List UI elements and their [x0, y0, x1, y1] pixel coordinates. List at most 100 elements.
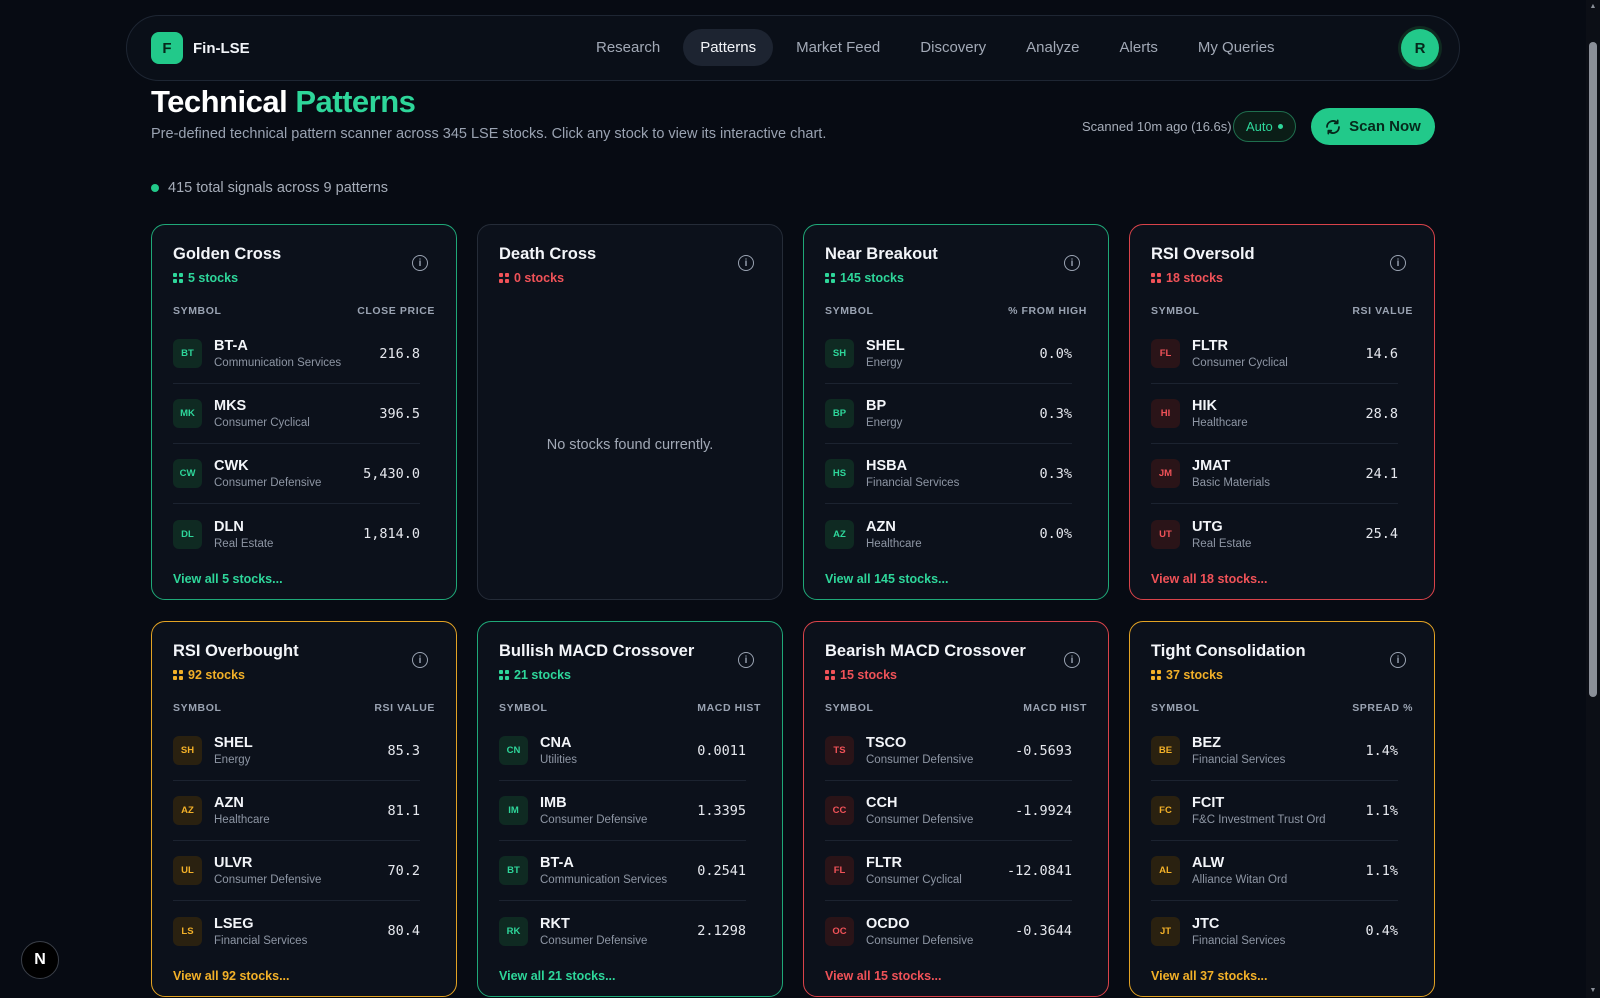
- stock-row[interactable]: JM JMAT Basic Materials 24.1: [1151, 444, 1398, 504]
- card-title: Near Breakout: [825, 245, 938, 263]
- info-icon[interactable]: i: [1064, 255, 1080, 271]
- stock-list: FL FLTR Consumer Cyclical 14.6 HI HIK Healthca…: [1151, 324, 1398, 564]
- symbol-ticker: OCDO: [866, 915, 910, 932]
- stock-row[interactable]: BT BT-A Communication Services 0.2541: [499, 841, 746, 901]
- nav-link-discovery[interactable]: Discovery: [903, 29, 1003, 66]
- nav-link-market-feed[interactable]: Market Feed: [779, 29, 897, 66]
- view-all-link[interactable]: View all 15 stocks...: [825, 969, 942, 983]
- stock-row[interactable]: MK MKS Consumer Cyclical 396.5: [173, 384, 420, 444]
- symbol-badge: SH: [825, 339, 854, 368]
- symbol-ticker: FLTR: [866, 855, 902, 871]
- stock-row[interactable]: CW CWK Consumer Defensive 5,430.0: [173, 444, 420, 504]
- card-count: 18 stocks: [1151, 271, 1223, 285]
- stock-row[interactable]: HI HIK Healthcare 28.8: [1151, 384, 1398, 444]
- card-title: Tight Consolidation: [1151, 642, 1306, 660]
- info-icon[interactable]: i: [738, 652, 754, 668]
- stock-value: 25.4: [1365, 526, 1398, 542]
- stock-row[interactable]: RK RKT Consumer Defensive 2.1298: [499, 901, 746, 961]
- symbol-badge: BT: [499, 856, 528, 885]
- stock-value: 1.3395: [697, 802, 746, 819]
- stock-value: 216.8: [379, 345, 420, 362]
- stock-row[interactable]: DL DLN Real Estate 1,814.0: [173, 504, 420, 564]
- symbol-info: DLN Real Estate: [214, 519, 363, 550]
- stock-row[interactable]: FL FLTR Consumer Cyclical -12.0841: [825, 841, 1072, 901]
- view-all-link[interactable]: View all 145 stocks...: [825, 572, 948, 586]
- page-title: Technical Patterns: [151, 84, 416, 120]
- stock-row[interactable]: HS HSBA Financial Services 0.3%: [825, 444, 1072, 504]
- info-icon[interactable]: i: [1390, 255, 1406, 271]
- scan-now-button[interactable]: Scan Now: [1311, 108, 1435, 145]
- symbol-ticker: CNA: [540, 735, 572, 751]
- symbol-badge: HS: [825, 459, 854, 488]
- symbol-ticker: BEZ: [1192, 735, 1221, 751]
- symbol-ticker: JMAT: [1192, 458, 1231, 474]
- brand-logo[interactable]: F Fin-LSE: [151, 32, 250, 64]
- stock-row[interactable]: AZ AZN Healthcare 81.1: [173, 781, 420, 841]
- view-all-link[interactable]: View all 37 stocks...: [1151, 969, 1268, 983]
- symbol-info: BEZ Financial Services: [1192, 735, 1365, 766]
- pattern-card-near-breakout: Near Breakout 145 stocks i SYMBOL % FROM HIG…: [803, 224, 1109, 600]
- stock-value: -1.9924: [1015, 802, 1072, 819]
- symbol-ticker: UTG: [1192, 518, 1223, 535]
- stock-list: SH SHEL Energy 85.3 AZ AZN Healthcare 81.1 UL ULV…: [173, 721, 420, 961]
- stock-value: 80.4: [387, 923, 420, 939]
- stock-row[interactable]: JT JTC Financial Services 0.4%: [1151, 901, 1398, 961]
- symbol-badge: LS: [173, 916, 202, 946]
- symbol-sector: Financial Services: [1192, 754, 1286, 766]
- view-all-link[interactable]: View all 21 stocks...: [499, 969, 616, 983]
- stock-row[interactable]: TS TSCO Consumer Defensive -0.5693: [825, 721, 1072, 781]
- view-all-link[interactable]: View all 92 stocks...: [173, 969, 290, 983]
- info-icon[interactable]: i: [738, 255, 754, 271]
- stock-row[interactable]: CN CNA Utilities 0.0011: [499, 721, 746, 781]
- symbol-info: BP Energy: [866, 398, 1039, 429]
- view-all-link[interactable]: View all 5 stocks...: [173, 572, 283, 586]
- grid-icon: [1151, 273, 1161, 283]
- stock-row[interactable]: BT BT-A Communication Services 216.8: [173, 324, 420, 384]
- symbol-ticker: LSEG: [214, 915, 254, 932]
- symbol-badge: RK: [499, 916, 528, 946]
- stock-row[interactable]: IM IMB Consumer Defensive 1.3395: [499, 781, 746, 841]
- scrollbar-thumb[interactable]: [1589, 42, 1597, 697]
- stock-row[interactable]: AZ AZN Healthcare 0.0%: [825, 504, 1072, 564]
- stock-row[interactable]: CC CCH Consumer Defensive -1.9924: [825, 781, 1072, 841]
- scroll-down-icon[interactable]: ▼: [1589, 987, 1597, 995]
- symbol-info: ALW Alliance Witan Ord: [1192, 855, 1365, 886]
- view-all-link[interactable]: View all 18 stocks...: [1151, 572, 1268, 586]
- dev-tools-badge[interactable]: N: [21, 941, 59, 979]
- stock-row[interactable]: FC FCIT F&C Investment Trust Ord 1.1%: [1151, 781, 1398, 841]
- nav-link-alerts[interactable]: Alerts: [1103, 29, 1175, 66]
- stock-value: 14.6: [1365, 345, 1398, 362]
- scan-meta: Scanned 10m ago (16.6s): [1082, 119, 1232, 134]
- scroll-up-icon[interactable]: ▲: [1589, 3, 1597, 11]
- stock-row[interactable]: LS LSEG Financial Services 80.4: [173, 901, 420, 961]
- user-avatar[interactable]: R: [1401, 29, 1439, 67]
- auto-toggle[interactable]: Auto: [1233, 111, 1296, 142]
- info-icon[interactable]: i: [1064, 652, 1080, 668]
- stock-row[interactable]: OC OCDO Consumer Defensive -0.3644: [825, 901, 1072, 961]
- info-icon[interactable]: i: [412, 255, 428, 271]
- stock-row[interactable]: UT UTG Real Estate 25.4: [1151, 504, 1398, 564]
- info-icon[interactable]: i: [1390, 652, 1406, 668]
- symbol-info: LSEG Financial Services: [214, 916, 387, 947]
- symbol-ticker: JTC: [1192, 915, 1220, 932]
- scrollbar[interactable]: ▲ ▼: [1586, 0, 1600, 998]
- nav-link-my-queries[interactable]: My Queries: [1181, 29, 1292, 66]
- nav-link-research[interactable]: Research: [579, 29, 677, 66]
- symbol-ticker: MKS: [214, 398, 247, 414]
- stock-value: 81.1: [387, 802, 420, 819]
- symbol-badge: UT: [1151, 519, 1180, 549]
- stock-row[interactable]: UL ULVR Consumer Defensive 70.2: [173, 841, 420, 901]
- symbol-info: JMAT Basic Materials: [1192, 458, 1365, 489]
- stock-row[interactable]: FL FLTR Consumer Cyclical 14.6: [1151, 324, 1398, 384]
- stock-row[interactable]: SH SHEL Energy 85.3: [173, 721, 420, 781]
- symbol-info: MKS Consumer Cyclical: [214, 398, 379, 429]
- stock-row[interactable]: SH SHEL Energy 0.0%: [825, 324, 1072, 384]
- stock-row[interactable]: BE BEZ Financial Services 1.4%: [1151, 721, 1398, 781]
- info-icon[interactable]: i: [412, 652, 428, 668]
- nav-link-analyze[interactable]: Analyze: [1009, 29, 1096, 66]
- symbol-badge: JT: [1151, 916, 1180, 946]
- page-title-main: Technical: [151, 84, 288, 119]
- stock-row[interactable]: BP BP Energy 0.3%: [825, 384, 1072, 444]
- stock-row[interactable]: AL ALW Alliance Witan Ord 1.1%: [1151, 841, 1398, 901]
- nav-link-patterns[interactable]: Patterns: [683, 29, 774, 66]
